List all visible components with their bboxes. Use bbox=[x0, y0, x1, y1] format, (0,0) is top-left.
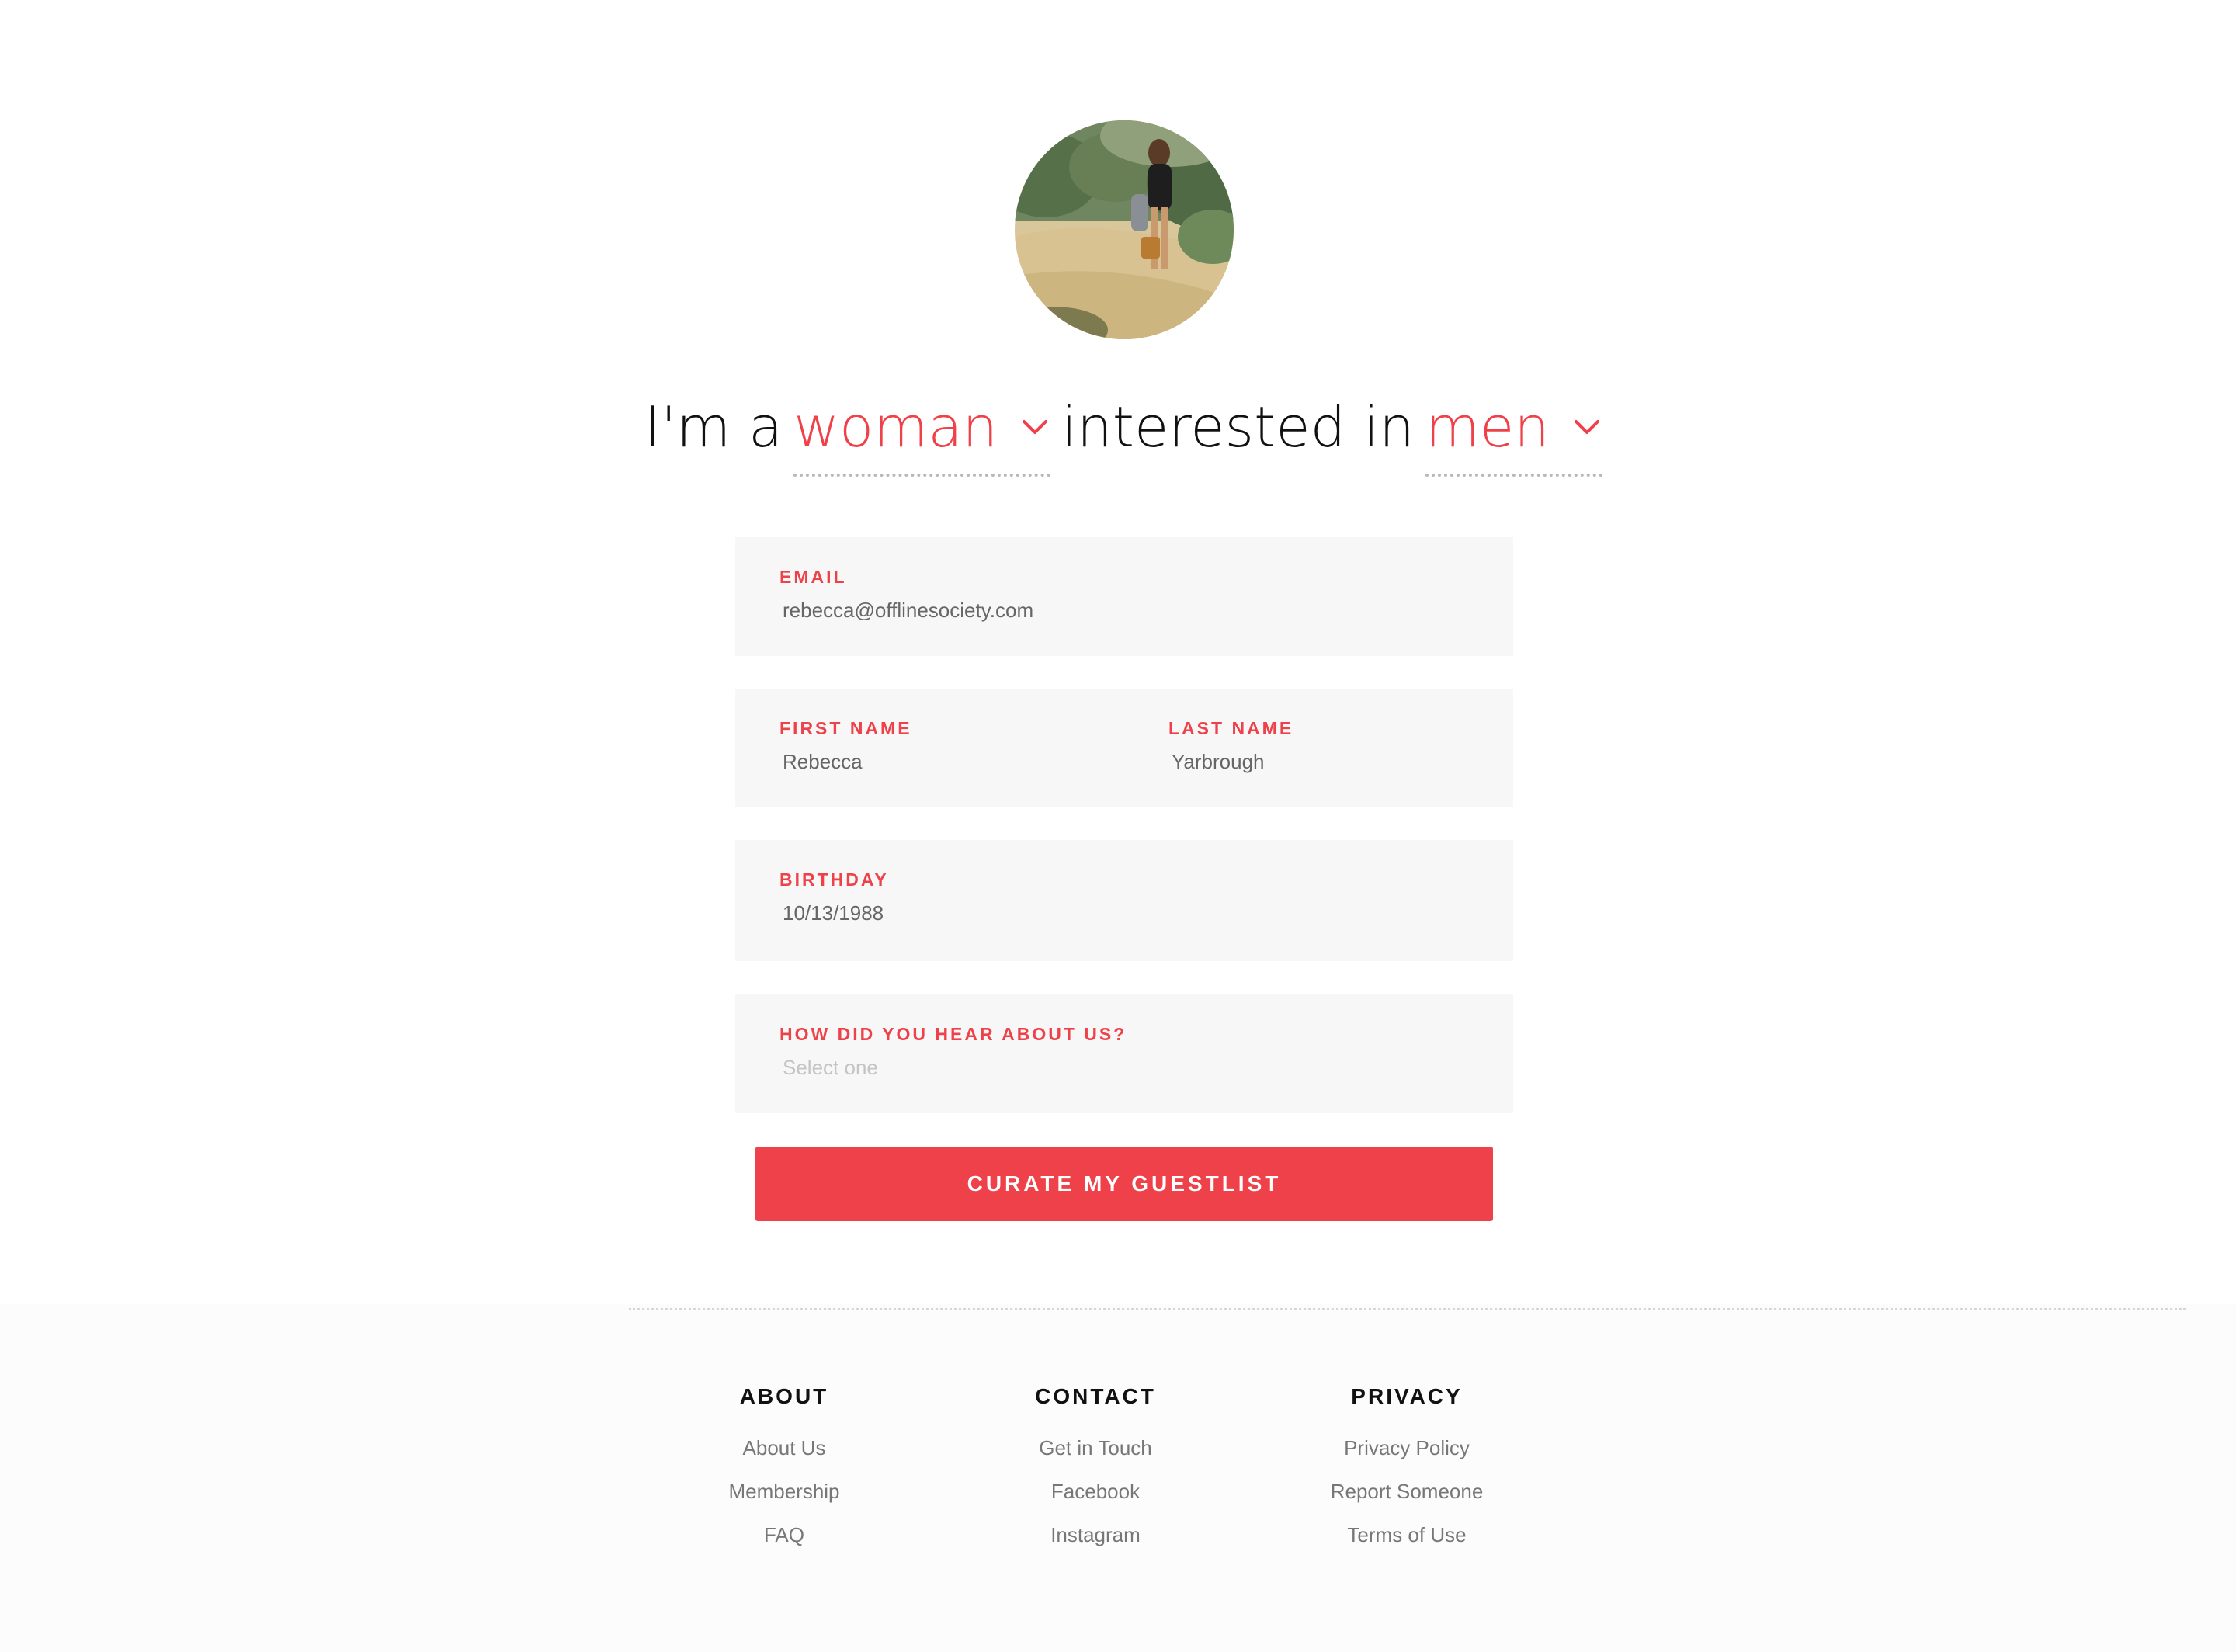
footer-link-terms-of-use[interactable]: Terms of Use bbox=[1283, 1513, 1531, 1557]
footer-link-membership[interactable]: Membership bbox=[660, 1470, 908, 1513]
gender-dropdown[interactable]: woman bbox=[793, 387, 1051, 477]
interest-value: men bbox=[1425, 394, 1550, 460]
last-name-field[interactable]: LAST NAME Yarbrough bbox=[1168, 718, 1293, 774]
footer-column-contact: CONTACT Get in Touch Facebook Instagram bbox=[971, 1384, 1220, 1557]
footer-link-get-in-touch[interactable]: Get in Touch bbox=[971, 1426, 1220, 1470]
last-name-label: LAST NAME bbox=[1168, 718, 1294, 738]
footer-heading-about: ABOUT bbox=[739, 1384, 829, 1408]
footer-divider bbox=[629, 1308, 2186, 1310]
footer-link-faq[interactable]: FAQ bbox=[660, 1513, 908, 1557]
footer-link-about-us[interactable]: About Us bbox=[660, 1426, 908, 1470]
curate-guestlist-button[interactable]: CURATE MY GUESTLIST bbox=[755, 1147, 1493, 1221]
footer-column-about: ABOUT About Us Membership FAQ bbox=[660, 1384, 908, 1557]
headline-prefix: I'm a bbox=[644, 394, 783, 460]
birthday-label: BIRTHDAY bbox=[779, 869, 889, 890]
referral-source-label: HOW DID YOU HEAR ABOUT US? bbox=[779, 1024, 1127, 1044]
first-name-input[interactable]: Rebecca bbox=[779, 750, 912, 774]
profile-photo-image bbox=[1015, 120, 1234, 339]
signup-page: I'm a woman interested in men EMAIL rebe… bbox=[0, 0, 2236, 1652]
chevron-down-icon bbox=[1574, 420, 1599, 434]
footer-link-facebook[interactable]: Facebook bbox=[971, 1470, 1220, 1513]
footer-link-report-someone[interactable]: Report Someone bbox=[1283, 1470, 1531, 1513]
referral-source-content: HOW DID YOU HEAR ABOUT US? Select one bbox=[779, 1024, 1127, 1080]
birthday-field[interactable]: BIRTHDAY 10/13/1988 bbox=[735, 840, 1513, 961]
email-label: EMAIL bbox=[779, 567, 847, 587]
footer-link-instagram[interactable]: Instagram bbox=[971, 1513, 1220, 1557]
headline-middle: interested in bbox=[1061, 394, 1415, 460]
email-field-content: EMAIL rebecca@offlinesociety.com bbox=[779, 567, 1033, 623]
email-input[interactable]: rebecca@offlinesociety.com bbox=[779, 599, 1033, 623]
preference-sentence: I'm a woman interested in men bbox=[0, 387, 2236, 477]
first-name-label: FIRST NAME bbox=[779, 718, 912, 738]
birthday-field-content: BIRTHDAY 10/13/1988 bbox=[779, 869, 889, 925]
referral-source-field[interactable]: HOW DID YOU HEAR ABOUT US? Select one bbox=[735, 994, 1513, 1113]
first-name-field[interactable]: FIRST NAME Rebecca bbox=[779, 718, 912, 774]
gender-value: woman bbox=[793, 394, 998, 460]
email-field[interactable]: EMAIL rebecca@offlinesociety.com bbox=[735, 537, 1513, 656]
referral-source-select[interactable]: Select one bbox=[779, 1056, 1127, 1080]
footer-column-privacy: PRIVACY Privacy Policy Report Someone Te… bbox=[1283, 1384, 1531, 1557]
birthday-input[interactable]: 10/13/1988 bbox=[779, 901, 889, 925]
last-name-input[interactable]: Yarbrough bbox=[1168, 750, 1293, 774]
chevron-down-icon bbox=[1023, 420, 1048, 434]
footer-heading-contact: CONTACT bbox=[1035, 1384, 1156, 1408]
footer-link-privacy-policy[interactable]: Privacy Policy bbox=[1283, 1426, 1531, 1470]
name-fields: FIRST NAME Rebecca LAST NAME Yarbrough bbox=[735, 689, 1513, 807]
footer-heading-privacy: PRIVACY bbox=[1351, 1384, 1463, 1408]
profile-photo-avatar[interactable] bbox=[1015, 120, 1234, 339]
interest-dropdown[interactable]: men bbox=[1425, 387, 1602, 477]
